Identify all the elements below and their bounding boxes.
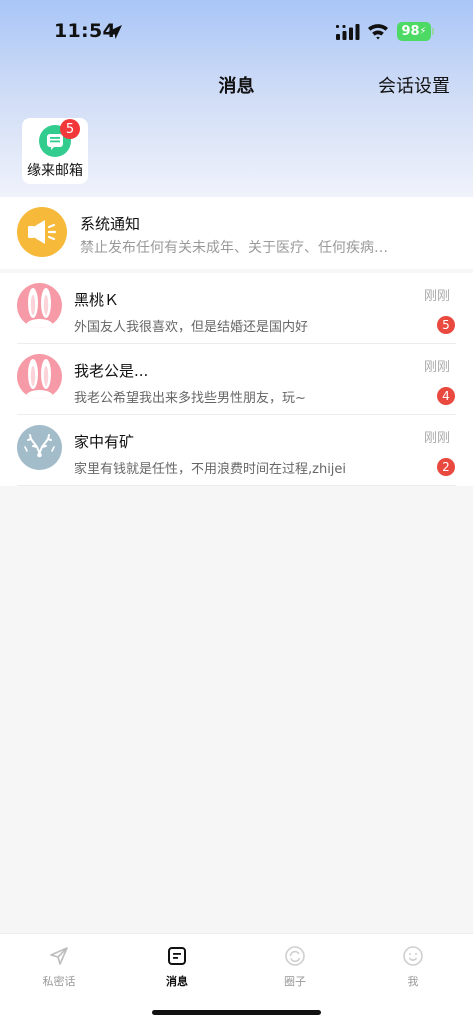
tab-messages[interactable]: 消息 <box>118 942 236 994</box>
conversation-item[interactable]: 黑桃Ｋ 外国友人我很喜欢，但是结婚还是国内好 刚刚 5 <box>0 273 473 344</box>
pink-bunny-avatar <box>17 354 62 399</box>
mailbox-label: 缘来邮箱 <box>27 163 83 179</box>
megaphone-icon <box>17 207 67 257</box>
system-notice-row[interactable]: 系统通知 禁止发布任何有关未成年、关于医疗、任何疾病… <box>0 197 473 269</box>
session-settings-button[interactable]: 会话设置 <box>378 72 450 98</box>
message-square-icon <box>168 947 186 965</box>
location-arrow-icon <box>108 25 122 39</box>
pink-bunny-avatar <box>17 283 62 328</box>
conversation-name: 黑桃Ｋ <box>74 291 120 309</box>
mailbox-unread-badge: 5 <box>60 119 80 139</box>
tab-label: 圈子 <box>284 975 306 988</box>
conversation-item[interactable]: 我老公是... 我老公希望我出来多找些男性朋友，玩~ 刚刚 4 <box>0 344 473 415</box>
tab-label: 私密话 <box>42 975 76 988</box>
conversation-name: 家中有矿 <box>74 433 135 451</box>
conversation-item[interactable]: 家中有矿 家里有钱就是任性，不用浪费时间在过程,zhijei 刚刚 2 <box>0 415 473 486</box>
tab-me[interactable]: 我 <box>354 942 472 994</box>
conversation-time: 刚刚 <box>423 289 450 304</box>
unread-badge: 4 <box>437 387 455 405</box>
smiley-face-icon <box>403 946 423 966</box>
unread-badge: 2 <box>437 458 455 476</box>
tab-circles[interactable]: 圈子 <box>236 942 354 994</box>
conversation-time: 刚刚 <box>423 431 450 446</box>
mailbox-tile[interactable]: 5 缘来邮箱 <box>22 118 88 184</box>
wifi-icon <box>368 24 388 40</box>
conversation-message: 我老公希望我出来多找些男性朋友，玩~ <box>74 391 306 406</box>
tab-label: 我 <box>407 975 419 988</box>
system-notice-description: 禁止发布任何有关未成年、关于医疗、任何疾病… <box>80 240 388 256</box>
unread-badge: 5 <box>437 316 455 334</box>
paper-plane-icon <box>50 947 68 965</box>
conversation-list: 黑桃Ｋ 外国友人我很喜欢，但是结婚还是国内好 刚刚 5 我老公是... 我老公希… <box>0 273 473 486</box>
conversation-time: 刚刚 <box>423 360 450 375</box>
cellular-signal-icon <box>336 24 360 40</box>
conversation-message: 外国友人我很喜欢，但是结婚还是国内好 <box>74 320 309 335</box>
status-bar: 11:54 98 ⚡ <box>0 0 473 60</box>
home-indicator[interactable] <box>152 1010 321 1015</box>
divider <box>17 485 456 486</box>
battery-tip <box>432 28 434 35</box>
conversation-name: 我老公是... <box>74 362 149 380</box>
tab-label: 消息 <box>166 975 188 988</box>
battery-level: 98 <box>401 24 420 39</box>
antler-avatar <box>17 425 62 470</box>
conversation-message: 家里有钱就是任性，不用浪费时间在过程,zhijei <box>74 462 347 477</box>
tab-private-chat[interactable]: 私密话 <box>0 942 118 994</box>
battery-charging-icon: 98 ⚡ <box>397 22 431 41</box>
system-notice-title: 系统通知 <box>80 215 141 233</box>
circle-refresh-icon <box>285 946 305 966</box>
